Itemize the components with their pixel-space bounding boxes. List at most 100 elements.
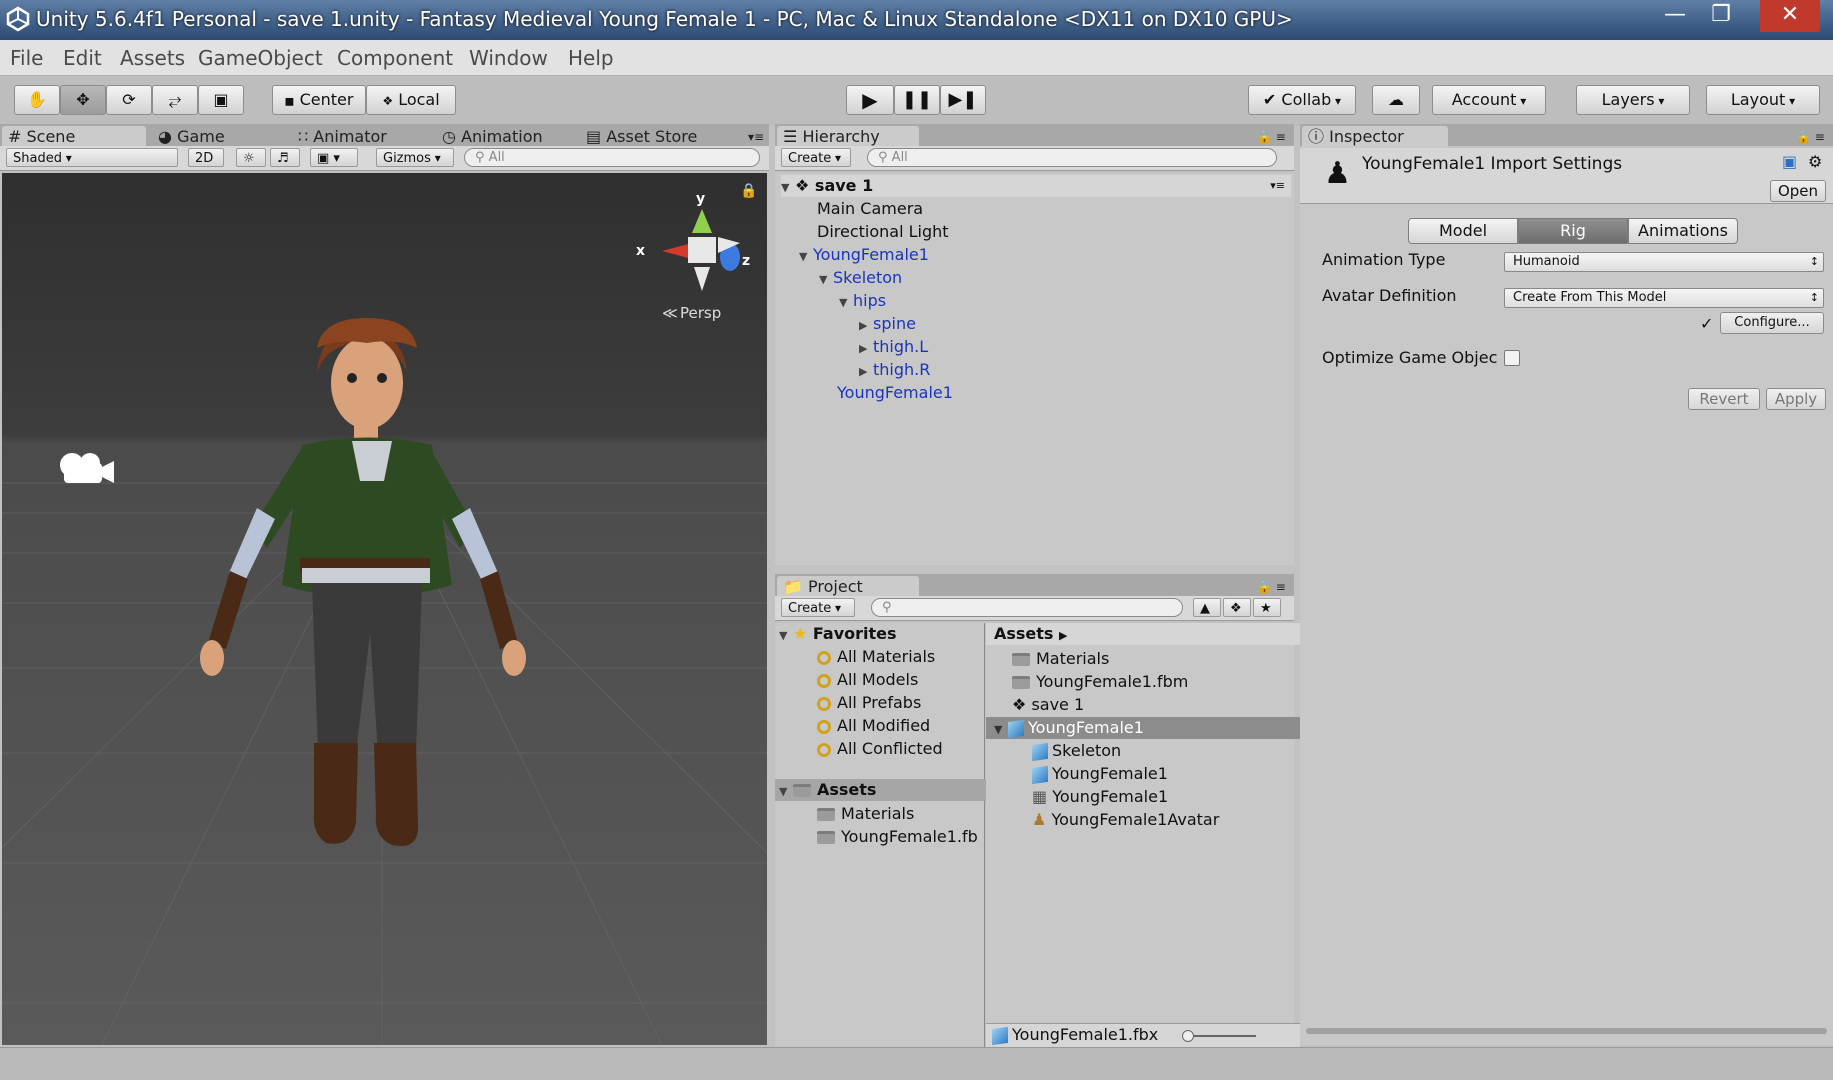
lock-icon[interactable]: 🔒: [740, 183, 757, 199]
favorite-item[interactable]: All Prefabs: [817, 692, 921, 714]
filter-type-icon[interactable]: ▲: [1193, 598, 1221, 617]
tab-animator[interactable]: ∷ Animator: [292, 126, 418, 148]
collab-dropdown[interactable]: ✔ Collab: [1248, 85, 1356, 115]
asset-item[interactable]: ❖ save 1: [1012, 694, 1084, 716]
tree-folder-item[interactable]: YoungFemale1.fb: [817, 826, 978, 848]
tab-animation[interactable]: ◷ Animation: [436, 126, 572, 148]
project-create-button[interactable]: Create: [781, 598, 855, 617]
gizmos-dropdown[interactable]: Gizmos: [376, 148, 454, 167]
open-button[interactable]: Open: [1770, 180, 1826, 202]
row-menu-icon[interactable]: ▾≡: [1270, 175, 1285, 197]
avatar-definition-dropdown[interactable]: Create From This Model: [1504, 288, 1824, 308]
inspector-preview-splitter[interactable]: [1306, 1028, 1827, 1034]
minimize-button[interactable]: —: [1652, 0, 1698, 32]
tab-hierarchy[interactable]: ☰ Hierarchy: [777, 126, 919, 148]
pivot-center-button[interactable]: ◼ Center: [272, 85, 366, 115]
scale-tool-button[interactable]: ⥂: [152, 85, 198, 115]
apply-button[interactable]: Apply: [1766, 388, 1826, 410]
asset-item[interactable]: YoungFemale1.fbm: [1012, 671, 1188, 693]
menu-component[interactable]: Component: [337, 46, 453, 70]
tab-animations[interactable]: Animations: [1628, 218, 1738, 244]
close-button[interactable]: ✕: [1760, 0, 1820, 32]
move-tool-button[interactable]: ✥: [60, 85, 106, 115]
hierarchy-create-button[interactable]: Create: [781, 148, 851, 167]
filter-label-icon[interactable]: ❖: [1223, 598, 1251, 617]
menu-edit[interactable]: Edit: [63, 46, 102, 70]
asset-subitem[interactable]: ♟ YoungFemale1Avatar: [1032, 809, 1219, 831]
optimize-game-objects-checkbox[interactable]: [1504, 350, 1520, 366]
rect-tool-button[interactable]: ▣: [198, 85, 244, 115]
tab-game[interactable]: ◕ Game: [152, 126, 258, 148]
pause-button[interactable]: ❚❚: [894, 85, 940, 115]
scene-view[interactable]: y x z 🔒 ≪ Persp: [2, 173, 767, 1045]
tab-model[interactable]: Model: [1408, 218, 1518, 244]
asset-item[interactable]: Materials: [1012, 648, 1109, 670]
menu-window[interactable]: Window: [469, 46, 548, 70]
menu-gameobject[interactable]: GameObject: [198, 46, 323, 70]
orientation-gizmo-icon[interactable]: [662, 209, 740, 291]
shading-dropdown[interactable]: Shaded: [6, 148, 178, 167]
assets-tree-header[interactable]: ▼ Assets: [775, 779, 989, 801]
icon-size-slider[interactable]: [1182, 1030, 1256, 1042]
scene-root-row[interactable]: ▼ ❖ save 1 ▾≡: [781, 175, 1291, 197]
hierarchy-item[interactable]: Directional Light: [817, 221, 949, 243]
slider-handle[interactable]: [1182, 1030, 1194, 1042]
assets-breadcrumb[interactable]: Assets ▶: [986, 623, 1302, 645]
menu-file[interactable]: File: [10, 46, 43, 70]
audio-toggle[interactable]: ♬: [270, 148, 300, 167]
rotate-tool-button[interactable]: ⟳: [106, 85, 152, 115]
camera-gizmo-icon[interactable]: [60, 453, 114, 483]
tab-rig[interactable]: Rig: [1518, 218, 1628, 244]
hierarchy-lock-menu-icon[interactable]: 🔒 ≡: [1251, 126, 1297, 148]
step-button[interactable]: ▶❚: [940, 85, 986, 115]
tab-scene[interactable]: # Scene: [2, 126, 146, 148]
tab-inspector[interactable]: ⓘ Inspector: [1302, 126, 1448, 148]
favorite-item[interactable]: All Models: [817, 669, 918, 691]
hierarchy-item[interactable]: ▶ spine: [859, 313, 916, 335]
asset-subitem[interactable]: YoungFemale1: [1032, 763, 1168, 785]
help-book-icon[interactable]: ▣: [1782, 152, 1797, 171]
hierarchy-item[interactable]: ▶ thigh.R: [859, 359, 930, 381]
favorite-item[interactable]: All Materials: [817, 646, 935, 668]
favorite-item[interactable]: All Modified: [817, 715, 930, 737]
revert-button[interactable]: Revert: [1688, 388, 1760, 410]
play-button[interactable]: ▶: [846, 85, 894, 115]
hierarchy-item[interactable]: ▶ thigh.L: [859, 336, 928, 358]
account-dropdown[interactable]: Account: [1432, 85, 1546, 115]
tree-folder-item[interactable]: Materials: [817, 803, 914, 825]
asset-subitem[interactable]: ▦ YoungFemale1: [1032, 786, 1168, 808]
lighting-toggle[interactable]: ☼: [236, 148, 266, 167]
hierarchy-item[interactable]: ▼ Skeleton: [819, 267, 902, 289]
maximize-button[interactable]: ❐: [1698, 0, 1744, 32]
scene-search-input[interactable]: ⚲ All: [464, 148, 760, 167]
asset-subitem[interactable]: Skeleton: [1032, 740, 1121, 762]
inspector-lock-menu-icon[interactable]: 🔒 ≡: [1790, 126, 1833, 148]
hierarchy-item[interactable]: YoungFemale1: [837, 382, 953, 404]
space-local-button[interactable]: ❖ Local: [366, 85, 456, 115]
animation-type-dropdown[interactable]: Humanoid: [1504, 252, 1824, 272]
favorite-star-icon[interactable]: ★: [1253, 598, 1281, 617]
menu-help[interactable]: Help: [568, 46, 614, 70]
layout-dropdown[interactable]: Layout: [1706, 85, 1820, 115]
project-lock-menu-icon[interactable]: 🔒 ≡: [1251, 576, 1297, 598]
favorites-header[interactable]: ▼ ★ Favorites: [779, 623, 897, 645]
gear-icon[interactable]: ⚙: [1808, 152, 1822, 171]
configure-button[interactable]: Configure...: [1720, 312, 1824, 334]
hierarchy-search-input[interactable]: ⚲ All: [867, 148, 1277, 167]
character-model[interactable]: [200, 318, 526, 847]
layers-dropdown[interactable]: Layers: [1576, 85, 1690, 115]
hierarchy-item[interactable]: ▼ hips: [839, 290, 886, 312]
tab-project[interactable]: 📁 Project: [777, 576, 919, 598]
menu-assets[interactable]: Assets: [120, 46, 185, 70]
project-search-input[interactable]: ⚲: [871, 598, 1183, 617]
2d-toggle[interactable]: 2D: [188, 148, 224, 167]
panel-menu-icon[interactable]: ▾≡: [742, 126, 772, 148]
cloud-button[interactable]: ☁: [1372, 85, 1420, 115]
effects-dropdown[interactable]: ▣ ▾: [310, 148, 358, 167]
hierarchy-item[interactable]: ▼ YoungFemale1: [799, 244, 929, 266]
persp-label[interactable]: Persp: [680, 304, 721, 322]
favorite-item[interactable]: All Conflicted: [817, 738, 943, 760]
tab-asset-store[interactable]: ▤ Asset Store: [580, 126, 726, 148]
hand-tool-button[interactable]: ✋: [14, 85, 60, 115]
asset-item-selected[interactable]: ▼ YoungFemale1: [986, 717, 1302, 739]
